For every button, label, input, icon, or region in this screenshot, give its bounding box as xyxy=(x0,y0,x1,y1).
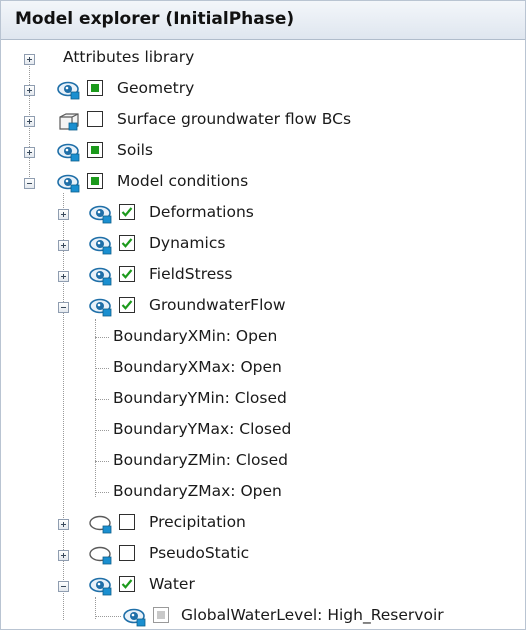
tree-leaf-boundary-zmin[interactable]: BoundaryZMin: Closed xyxy=(1,446,525,477)
node-label: Soils xyxy=(117,141,154,159)
minus-expander-icon[interactable] xyxy=(24,178,35,189)
eye-icon[interactable] xyxy=(89,235,113,255)
tree-node-precipitation[interactable]: Precipitation xyxy=(1,508,525,539)
plus-expander-icon[interactable] xyxy=(24,85,35,96)
checkbox-icon[interactable] xyxy=(119,576,135,592)
tree-node-deformations[interactable]: Deformations xyxy=(1,198,525,229)
checkbox-icon[interactable] xyxy=(119,266,135,282)
node-label: GroundwaterFlow xyxy=(149,296,286,314)
plus-expander-icon[interactable] xyxy=(58,519,69,530)
eye-icon[interactable] xyxy=(57,142,81,162)
plus-expander-icon[interactable] xyxy=(24,116,35,127)
tree-node-fieldstress[interactable]: FieldStress xyxy=(1,260,525,291)
checkbox-icon[interactable] xyxy=(119,514,135,530)
eye-icon[interactable] xyxy=(89,204,113,224)
checkbox-icon[interactable] xyxy=(119,204,135,220)
tree-leaf-boundary-xmin[interactable]: BoundaryXMin: Open xyxy=(1,322,525,353)
tree-node-global-water-level[interactable]: GlobalWaterLevel: High_Reservoir xyxy=(1,601,525,629)
node-label: Precipitation xyxy=(149,513,246,531)
tree-node-surface-gw-flow-bcs[interactable]: Surface groundwater flow BCs xyxy=(1,105,525,136)
node-label: BoundaryZMin: Closed xyxy=(113,451,288,469)
tree-leaf-boundary-zmax[interactable]: BoundaryZMax: Open xyxy=(1,477,525,508)
node-label: Water xyxy=(149,575,195,593)
hidden-eye-icon[interactable] xyxy=(89,545,113,565)
node-label: Deformations xyxy=(149,203,254,221)
eye-icon[interactable] xyxy=(123,607,147,627)
plus-expander-icon[interactable] xyxy=(58,550,69,561)
eye-icon[interactable] xyxy=(89,297,113,317)
tree-node-pseudostatic[interactable]: PseudoStatic xyxy=(1,539,525,570)
visibility-checkbox[interactable] xyxy=(87,173,103,189)
checkbox-icon[interactable] xyxy=(119,235,135,251)
node-label: Dynamics xyxy=(149,234,226,252)
tree-leaf-boundary-ymax[interactable]: BoundaryYMax: Closed xyxy=(1,415,525,446)
minus-expander-icon[interactable] xyxy=(58,302,69,313)
tree-node-groundwaterflow[interactable]: GroundwaterFlow xyxy=(1,291,525,322)
tree-node-water[interactable]: Water xyxy=(1,570,525,601)
plus-expander-icon[interactable] xyxy=(24,147,35,158)
hidden-eye-icon[interactable] xyxy=(89,514,113,534)
node-label: BoundaryZMax: Open xyxy=(113,482,282,500)
node-label: BoundaryYMin: Closed xyxy=(113,389,287,407)
tree-leaf-boundary-ymin[interactable]: BoundaryYMin: Closed xyxy=(1,384,525,415)
plus-expander-icon[interactable] xyxy=(58,271,69,282)
tree-node-geometry[interactable]: Geometry xyxy=(1,74,525,105)
eye-icon[interactable] xyxy=(57,80,81,100)
3d-box-icon[interactable] xyxy=(57,111,81,131)
node-label: BoundaryXMax: Open xyxy=(113,358,282,376)
checkbox-icon[interactable] xyxy=(153,607,169,623)
node-label: Attributes library xyxy=(63,48,195,66)
visibility-checkbox[interactable] xyxy=(87,80,103,96)
plus-expander-icon[interactable] xyxy=(58,240,69,251)
eye-icon[interactable] xyxy=(89,266,113,286)
node-label: Surface groundwater flow BCs xyxy=(117,110,352,128)
tree-leaf-boundary-xmax[interactable]: BoundaryXMax: Open xyxy=(1,353,525,384)
model-explorer-panel: Model explorer (InitialPhase) Attributes… xyxy=(0,0,526,630)
node-label: GlobalWaterLevel: High_Reservoir xyxy=(181,606,444,624)
checkbox-icon[interactable] xyxy=(119,297,135,313)
checkbox-icon[interactable] xyxy=(119,545,135,561)
node-label: FieldStress xyxy=(149,265,233,283)
node-label: Geometry xyxy=(117,79,195,97)
tree-node-attributes-library[interactable]: Attributes library xyxy=(1,43,525,74)
visibility-checkbox[interactable] xyxy=(87,111,103,127)
visibility-checkbox[interactable] xyxy=(87,142,103,158)
model-tree: Attributes library Geometry Surface grou… xyxy=(1,1,525,629)
tree-node-soils[interactable]: Soils xyxy=(1,136,525,167)
eye-icon[interactable] xyxy=(89,576,113,596)
node-label: BoundaryYMax: Closed xyxy=(113,420,292,438)
node-label: BoundaryXMin: Open xyxy=(113,327,278,345)
minus-expander-icon[interactable] xyxy=(58,581,69,592)
node-label: Model conditions xyxy=(117,172,249,190)
node-label: PseudoStatic xyxy=(149,544,250,562)
plus-expander-icon[interactable] xyxy=(24,54,35,65)
plus-expander-icon[interactable] xyxy=(58,209,69,220)
eye-icon[interactable] xyxy=(57,173,81,193)
tree-node-model-conditions[interactable]: Model conditions xyxy=(1,167,525,198)
tree-node-dynamics[interactable]: Dynamics xyxy=(1,229,525,260)
